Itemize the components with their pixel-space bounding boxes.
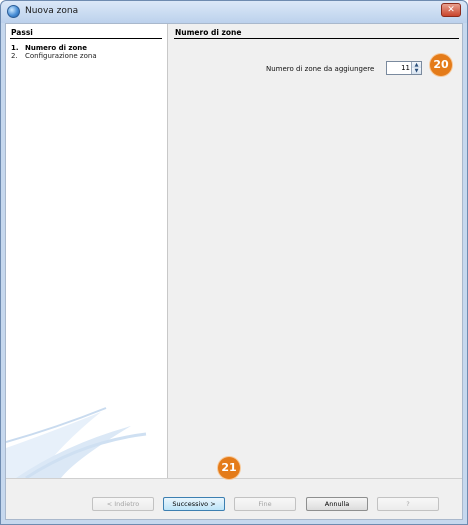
callout-badge-21: 21	[218, 457, 240, 479]
next-button[interactable]: Successivo >	[163, 497, 225, 511]
wizard-body: Passi 1. Numero di zone 2. Configurazione …	[5, 23, 463, 520]
step-number: 2.	[11, 52, 18, 60]
zone-count-value[interactable]: 11	[389, 63, 410, 73]
page-title: Numero di zone	[175, 28, 242, 37]
window-title: Nuova zona	[25, 6, 79, 16]
zone-count-spinner[interactable]: 11 ▲ ▼	[386, 61, 422, 75]
step-label: Numero di zone	[25, 44, 88, 52]
steps-panel: Passi 1. Numero di zone 2. Configurazione …	[6, 24, 168, 478]
app-globe-icon	[7, 5, 20, 18]
wizard-window: Nuova zona ✕ Passi 1. Numero di zone 2. Co…	[0, 0, 468, 525]
help-button[interactable]: ?	[377, 497, 439, 511]
close-icon[interactable]: ✕	[441, 3, 461, 17]
cancel-button[interactable]: Annulla	[306, 497, 368, 511]
steps-header: Passi	[11, 28, 33, 37]
finish-button[interactable]: Fine	[234, 497, 296, 511]
zone-count-label: Numero di zone da aggiungere	[266, 65, 375, 73]
spinner-buttons: ▲ ▼	[411, 62, 421, 74]
callout-badge-20: 20	[430, 54, 452, 76]
step-label: Configurazione zona	[25, 52, 97, 60]
decorative-swoosh-graphic	[6, 407, 147, 478]
page-title-divider	[174, 38, 459, 39]
steps-divider	[10, 38, 162, 39]
button-bar: < Indietro Successivo > Fine Annulla ?	[6, 478, 462, 519]
step-item-configurazione-zona: 2. Configurazione zona	[11, 52, 97, 61]
title-bar[interactable]: Nuova zona ✕	[1, 1, 467, 23]
back-button[interactable]: < Indietro	[92, 497, 154, 511]
spin-down-arrow-icon[interactable]: ▼	[412, 68, 421, 74]
